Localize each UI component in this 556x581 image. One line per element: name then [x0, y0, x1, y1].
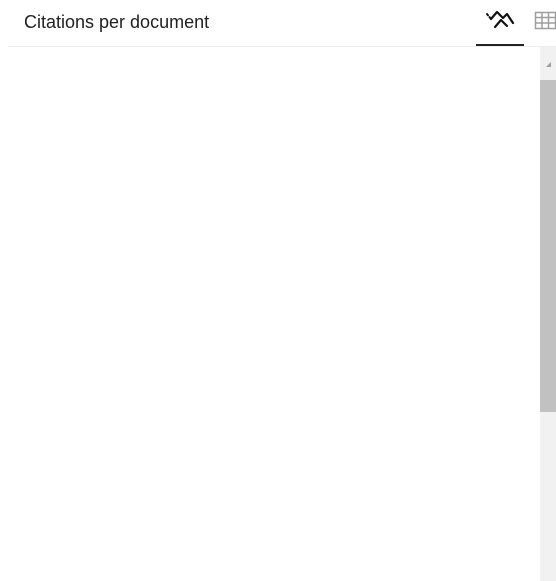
panel-header: Citations per document: [8, 0, 556, 47]
table-grid-icon: [532, 10, 556, 37]
panel-title: Citations per document: [24, 12, 210, 32]
tab-chart-view[interactable]: [476, 0, 524, 46]
citations-panel: Citations per document: [0, 0, 556, 581]
chart-content-area: [0, 47, 540, 581]
vertical-scrollbar[interactable]: [540, 47, 556, 581]
scrollbar-thumb[interactable]: [540, 80, 556, 412]
trending-down-chart-icon: [485, 7, 515, 38]
scroll-up-arrow-icon[interactable]: [540, 47, 556, 79]
tab-table-view[interactable]: [532, 0, 556, 46]
